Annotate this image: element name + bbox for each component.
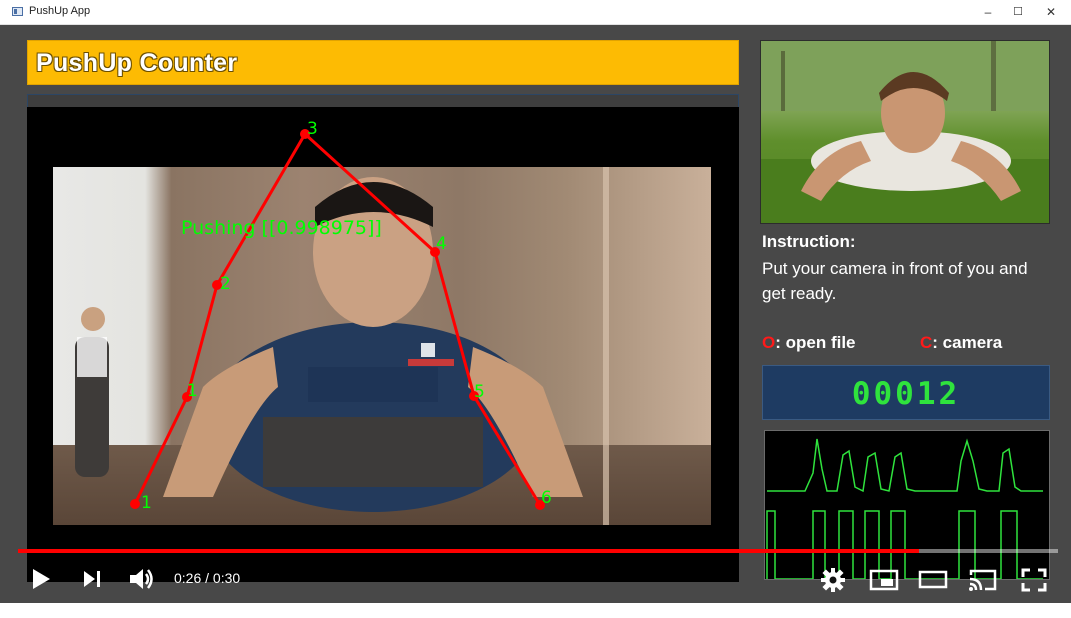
keypoint-label: 1 bbox=[187, 381, 198, 401]
keypoint-marker bbox=[130, 499, 140, 509]
settings-icon[interactable] bbox=[821, 568, 845, 616]
keypoint-label: 1 bbox=[141, 493, 152, 513]
camera-key: C bbox=[920, 333, 933, 352]
instruction-text: Put your camera in front of you and get … bbox=[762, 259, 1028, 303]
instruction-photo bbox=[760, 40, 1050, 224]
time-total: 0:30 bbox=[212, 570, 241, 586]
instruction-title: Instruction: bbox=[762, 232, 856, 251]
app-icon bbox=[12, 7, 23, 16]
play-icon[interactable] bbox=[30, 567, 52, 615]
pose-status-label: Pushing [[0.998975]] bbox=[181, 217, 382, 239]
video-progress-fill bbox=[18, 549, 920, 553]
keypoint-label: 6 bbox=[541, 488, 552, 508]
time-display: 0:26 / 0:30 bbox=[174, 570, 240, 586]
pose-skeleton: 1 1 2 3 4 5 6 Pushing [[0.998975]] bbox=[130, 119, 552, 513]
video-progress-bar[interactable] bbox=[18, 549, 1058, 553]
camera-view: 1 1 2 3 4 5 6 Pushing [[0.998975]] bbox=[27, 107, 739, 582]
time-separator: / bbox=[201, 570, 213, 586]
app-title: PushUp Counter bbox=[36, 49, 238, 77]
open-file-hint: O: open file bbox=[762, 333, 856, 353]
next-icon[interactable] bbox=[82, 568, 104, 616]
minimize-button[interactable]: – bbox=[971, 0, 1005, 24]
theater-icon[interactable] bbox=[918, 570, 948, 618]
keypoint-label: 4 bbox=[436, 234, 447, 254]
time-current: 0:26 bbox=[174, 570, 202, 586]
pushup-illustration bbox=[761, 41, 1049, 223]
maximize-button[interactable]: ☐ bbox=[1001, 0, 1035, 24]
camera-hint: C: camera bbox=[920, 333, 1002, 353]
keypoint-label: 2 bbox=[220, 274, 231, 294]
keypoint-label: 3 bbox=[307, 119, 318, 139]
app-banner: PushUp Counter bbox=[27, 40, 739, 85]
cast-icon[interactable] bbox=[967, 567, 999, 615]
open-file-key: O bbox=[762, 333, 776, 352]
close-button[interactable]: ✕ bbox=[1034, 0, 1068, 24]
window-titlebar: PushUp App – ☐ ✕ bbox=[0, 0, 1071, 25]
volume-icon[interactable] bbox=[128, 566, 156, 614]
side-panel: Instruction: Put your camera in front of… bbox=[758, 40, 1051, 580]
window-title: PushUp App bbox=[29, 5, 91, 17]
open-file-label: : open file bbox=[775, 333, 856, 352]
pushup-count: 00012 bbox=[851, 376, 961, 412]
fullscreen-icon[interactable] bbox=[1021, 568, 1047, 616]
keypoint-label: 5 bbox=[474, 382, 485, 402]
camera-label: : camera bbox=[932, 333, 1003, 352]
miniplayer-icon[interactable] bbox=[869, 569, 899, 617]
player-controls: 0:26 / 0:30 bbox=[0, 555, 1071, 603]
counter-display: 00012 bbox=[762, 365, 1050, 420]
